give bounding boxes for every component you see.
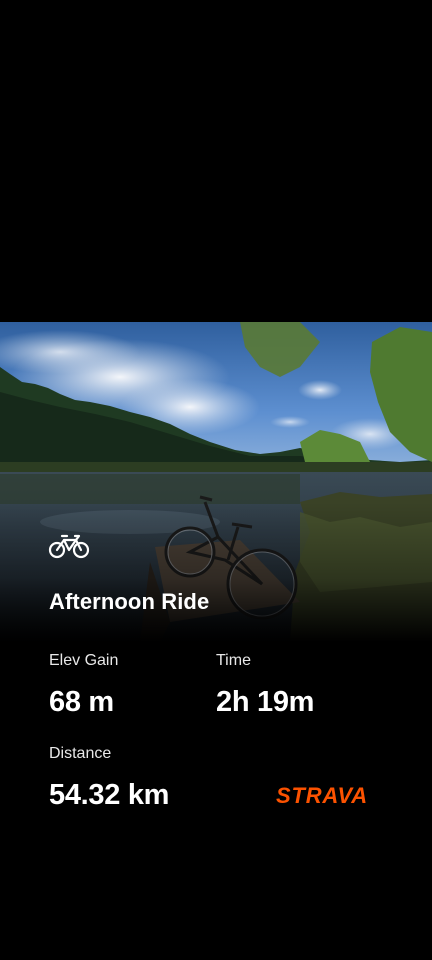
activity-title: Afternoon Ride [49, 589, 210, 614]
distance-label: Distance [49, 745, 112, 762]
elev-gain-label: Elev Gain [49, 652, 119, 669]
bike-icon [48, 533, 90, 559]
time-value: 2h 19m [216, 686, 315, 718]
elev-gain-value: 68 m [49, 686, 114, 718]
distance-value: 54.32 km [49, 779, 170, 811]
time-label: Time [216, 652, 251, 669]
strava-logo: STRAVA [276, 783, 368, 808]
